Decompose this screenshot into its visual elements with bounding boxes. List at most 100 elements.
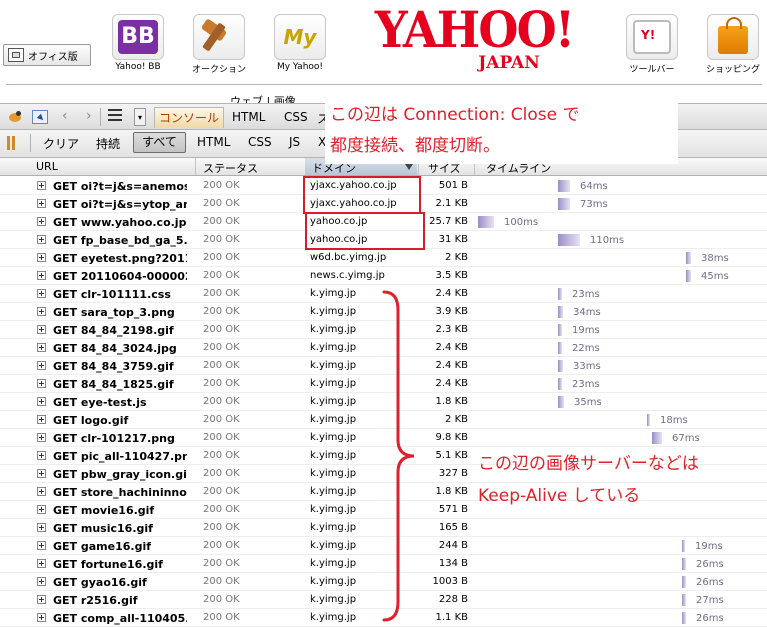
- expand-icon[interactable]: [37, 235, 46, 244]
- filter-all-button[interactable]: すべて: [133, 132, 186, 153]
- timeline-bar: [682, 594, 686, 606]
- expand-icon[interactable]: [37, 469, 46, 478]
- annotation-keepalive-line: この辺の画像サーバーなどは: [478, 454, 699, 474]
- tab-console[interactable]: コンソール: [154, 107, 225, 128]
- expand-icon[interactable]: [37, 541, 46, 550]
- timeline-duration: 34ms: [573, 307, 601, 318]
- toolbar-link[interactable]: ツールバー: [625, 14, 679, 75]
- expand-icon[interactable]: [37, 271, 46, 280]
- net-panel-icon[interactable]: [7, 136, 19, 150]
- expand-icon[interactable]: [37, 595, 46, 604]
- tab-html[interactable]: HTML: [232, 110, 265, 124]
- forward-arrow-icon[interactable]: ›: [86, 108, 92, 124]
- filter-css-button[interactable]: CSS: [248, 135, 272, 149]
- size-cell: 571 B: [438, 504, 468, 515]
- expand-icon[interactable]: [37, 613, 46, 622]
- my-yahoo-label: My Yahoo!: [276, 62, 324, 72]
- timeline-duration: 19ms: [572, 325, 600, 336]
- office-icon: [8, 48, 24, 62]
- timeline-duration: 64ms: [580, 181, 608, 192]
- timeline-bar: [682, 558, 686, 570]
- inspect-element-icon[interactable]: [32, 110, 48, 124]
- timeline-duration: 19ms: [695, 541, 723, 552]
- firebug-icon[interactable]: [7, 110, 23, 124]
- menu-icon[interactable]: [108, 109, 122, 123]
- timeline-bar: [558, 342, 562, 354]
- url-cell: GET oi?t=j&s=anemos_: [53, 180, 187, 193]
- status-cell: 200 OK: [203, 324, 240, 335]
- timeline-duration: 26ms: [696, 559, 724, 570]
- url-cell: GET store_hachininnoei: [53, 486, 187, 499]
- sort-desc-icon[interactable]: [405, 164, 413, 170]
- office-version-button[interactable]: オフィス版: [3, 44, 91, 66]
- timeline-duration: 27ms: [696, 595, 724, 606]
- expand-icon[interactable]: [37, 181, 46, 190]
- shopping-link[interactable]: ショッピング: [706, 14, 760, 75]
- bb-icon: BB: [118, 20, 158, 54]
- expand-icon[interactable]: [37, 253, 46, 262]
- timeline-duration: 33ms: [573, 361, 601, 372]
- url-cell: GET movie16.gif: [53, 504, 155, 517]
- status-cell: 200 OK: [203, 234, 240, 245]
- size-cell: 2.1 KB: [435, 198, 469, 209]
- status-cell: 200 OK: [203, 360, 240, 371]
- timeline-bar: [478, 216, 494, 228]
- timeline-bar: [558, 198, 570, 210]
- status-cell: 200 OK: [203, 576, 240, 587]
- toolbar-divider: [30, 134, 31, 152]
- column-divider[interactable]: [195, 158, 196, 175]
- table-row[interactable]: GET eyetest.png?20115 200 OK w6d.bc.yimg.j…: [0, 249, 767, 267]
- search-area-border: [6, 84, 762, 85]
- timeline-bar: [558, 288, 562, 300]
- status-cell: 200 OK: [203, 522, 240, 533]
- expand-icon[interactable]: [37, 433, 46, 442]
- expand-icon[interactable]: [37, 415, 46, 424]
- yahoo-bb-label: Yahoo! BB: [115, 62, 161, 72]
- timeline-bar: [647, 414, 650, 426]
- url-cell: GET logo.gif: [53, 414, 129, 427]
- expand-icon[interactable]: [37, 307, 46, 316]
- expand-icon[interactable]: [37, 451, 46, 460]
- table-row[interactable]: GET 20110604-000002 200 OK news.c.yimg.jp 3…: [0, 267, 767, 285]
- expand-icon[interactable]: [37, 559, 46, 568]
- filter-html-button[interactable]: HTML: [197, 135, 230, 149]
- my-yahoo-icon: My: [283, 25, 317, 49]
- my-yahoo-link[interactable]: My My Yahoo!: [273, 14, 327, 72]
- yahoo-japan-logo[interactable]: YAHOO! JAPAN: [363, 4, 585, 72]
- tab-css[interactable]: CSS: [284, 110, 308, 124]
- filter-js-button[interactable]: JS: [289, 135, 300, 149]
- timeline-bar: [558, 306, 563, 318]
- expand-icon[interactable]: [37, 379, 46, 388]
- timeline-duration: 73ms: [580, 199, 608, 210]
- expand-icon[interactable]: [37, 325, 46, 334]
- expand-icon[interactable]: [37, 289, 46, 298]
- expand-icon[interactable]: [37, 397, 46, 406]
- expand-icon[interactable]: [37, 523, 46, 532]
- auction-link[interactable]: オークション: [192, 14, 246, 75]
- expand-icon[interactable]: [37, 343, 46, 352]
- status-cell: 200 OK: [203, 558, 240, 569]
- expand-icon[interactable]: [37, 577, 46, 586]
- expand-icon[interactable]: [37, 199, 46, 208]
- brace-annotation: [382, 290, 415, 622]
- annotation-keepalive-line: Keep-Alive している: [478, 486, 641, 506]
- timeline-duration: 26ms: [696, 613, 724, 624]
- back-arrow-icon[interactable]: ‹: [62, 108, 68, 124]
- expand-icon[interactable]: [37, 505, 46, 514]
- status-cell: 200 OK: [203, 468, 240, 479]
- status-cell: 200 OK: [203, 216, 240, 227]
- expand-icon[interactable]: [37, 487, 46, 496]
- auction-label: オークション: [192, 65, 247, 75]
- timeline-duration: 23ms: [572, 379, 600, 390]
- clear-button[interactable]: クリア: [43, 135, 79, 152]
- yahoo-bb-link[interactable]: BB Yahoo! BB: [111, 14, 165, 72]
- expand-icon[interactable]: [37, 361, 46, 370]
- column-status[interactable]: ステータス: [203, 160, 258, 176]
- timeline-bar: [686, 270, 691, 282]
- size-cell: 2.4 KB: [435, 342, 469, 353]
- dropdown-arrow-icon[interactable]: ▾: [134, 108, 146, 126]
- column-url[interactable]: URL: [36, 160, 58, 173]
- status-cell: 200 OK: [203, 180, 240, 191]
- persist-button[interactable]: 持続: [96, 135, 120, 152]
- expand-icon[interactable]: [37, 217, 46, 226]
